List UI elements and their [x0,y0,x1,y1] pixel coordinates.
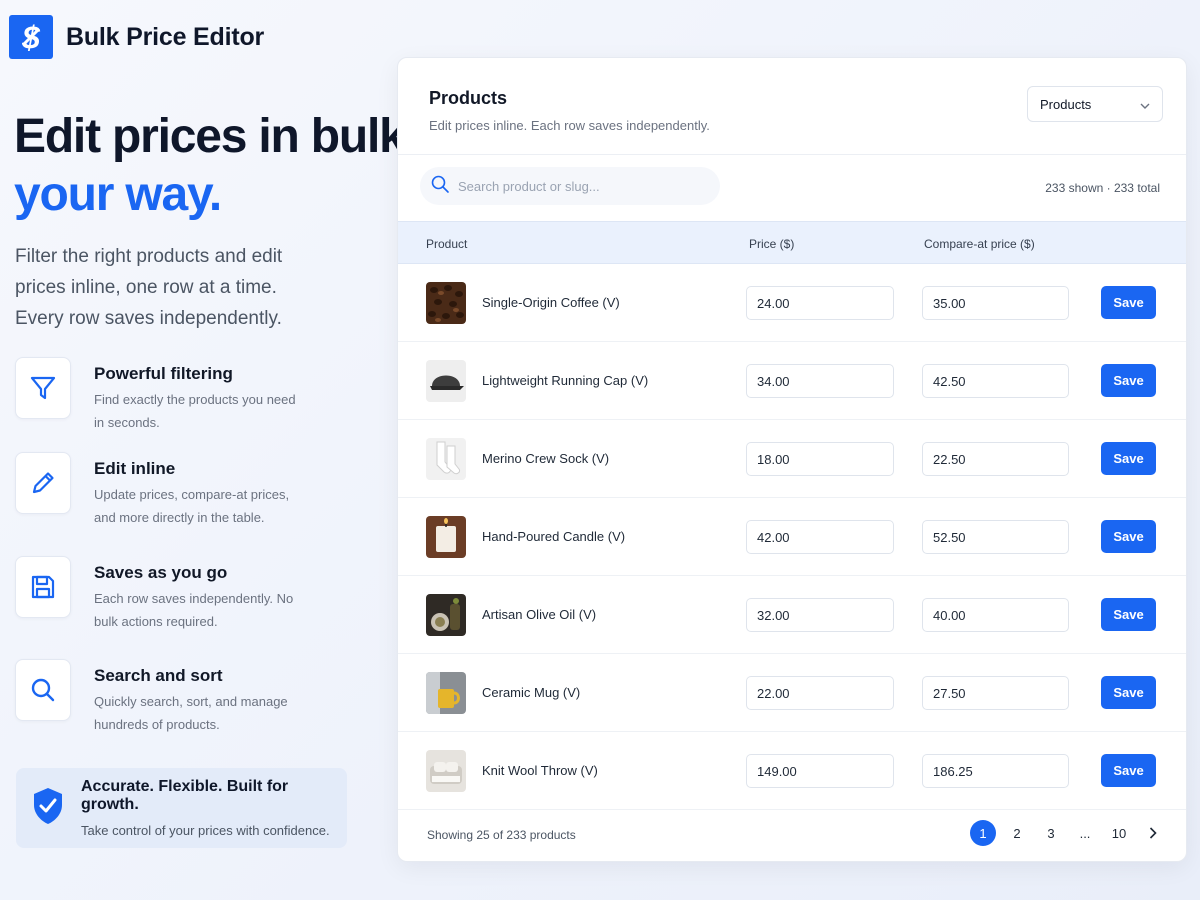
panel-title: Products [429,88,508,108]
filter-icon [15,357,71,419]
compare-at-price-input[interactable] [922,364,1069,398]
product-name: Single-Origin Coffee (V) [482,295,620,310]
feature-description: Each row saves independently. No bulk ac… [94,591,294,629]
price-input[interactable] [746,286,894,320]
price-input[interactable] [746,520,894,554]
compare-at-price-input[interactable] [922,286,1069,320]
product-thumbnail [426,516,466,558]
compare-at-price-input[interactable] [922,598,1069,632]
search-box[interactable] [420,167,720,205]
save-button[interactable]: Save [1101,598,1156,631]
product-name: Artisan Olive Oil (V) [482,607,597,622]
column-header-compare[interactable]: Compare-at price ($) [924,237,1035,251]
table-body: Single-Origin Coffee (V)SaveLightweight … [398,264,1186,810]
feature-description: Update prices, compare-at prices, and mo… [94,487,290,525]
save-button[interactable]: Save [1101,364,1156,397]
search-input[interactable] [458,178,698,194]
pagination: 1 2 3... 10 [970,820,1174,846]
compare-at-price-input[interactable] [922,520,1069,554]
compare-at-price-input[interactable] [922,754,1069,788]
table-footer: Showing 25 of 233 products 1 2 3... 10 [398,806,1186,861]
product-thumbnail [426,282,466,324]
page-button[interactable]: 1 [970,820,996,846]
search-icon [15,659,71,721]
pagination-info: Showing 25 of 233 products [427,828,576,842]
compare-at-price-input[interactable] [922,442,1069,476]
select-value: Products [1040,96,1092,112]
feature-filtering: Powerful filtering Find exactly the prod… [15,357,355,434]
table-row: Hand-Poured Candle (V) Save [398,498,1186,576]
pencil-icon [15,452,71,514]
app-title: Bulk Price Editor [66,22,265,51]
product-name: Ceramic Mug (V) [482,685,581,700]
product-name: Lightweight Running Cap (V) [482,373,649,388]
brand: $ Bulk Price Editor [9,15,264,59]
chevron-down-icon [1140,97,1150,112]
hero-headline-accent: your way. [14,168,222,221]
feature-description: Quickly search, sort, and manage hundred… [94,694,288,732]
pagination-ellipsis: ... [1079,825,1091,841]
page-button[interactable]: 3 [1038,820,1064,846]
page-button[interactable]: 10 [1106,820,1132,846]
product-thumbnail [426,360,466,402]
product-name: Knit Wool Throw (V) [482,763,598,778]
feature-title: Saves as you go [94,563,228,582]
feature-title: Edit inline [94,459,176,478]
toolbar: 233 shown · 233 total [398,155,1186,221]
product-thumbnail [426,594,466,636]
entity-select[interactable]: Products [1027,86,1163,122]
save-button[interactable]: Save [1101,520,1156,553]
banner-subtitle: Take control of your prices with confide… [81,823,330,838]
price-input[interactable] [746,598,894,632]
save-button[interactable]: Save [1101,286,1156,319]
save-button[interactable]: Save [1101,676,1156,709]
hero-headline: Edit prices in bulk, [14,110,418,163]
table-row: Artisan Olive Oil (V) Save [398,576,1186,654]
products-panel: Products Edit prices inline. Each row sa… [397,57,1187,862]
product-thumbnail [426,438,466,480]
feature-search-sort: Search and sort Quickly search, sort, an… [15,659,355,736]
column-header-price[interactable]: Price ($) [749,237,794,251]
save-button[interactable]: Save [1101,754,1156,787]
price-input[interactable] [746,442,894,476]
feature-title: Search and sort [94,666,223,685]
table-row: Ceramic Mug (V) Save [398,654,1186,732]
search-icon [430,174,450,199]
column-header-product[interactable]: Product [426,237,467,251]
promo-banner: Accurate. Flexible. Built for growth. Ta… [16,768,347,848]
shield-check-icon [31,786,65,831]
product-thumbnail [426,672,466,714]
table-header: Product Price ($) Compare-at price ($) [398,221,1186,264]
feature-description: Find exactly the products you need in se… [94,392,296,430]
page-button[interactable]: 2 [1004,820,1030,846]
banner-title: Accurate. Flexible. Built for growth. [81,778,289,813]
price-input[interactable] [746,754,894,788]
price-input[interactable] [746,676,894,710]
table-row: Lightweight Running Cap (V) Save [398,342,1186,420]
dollar-logo-icon: $ [9,15,53,59]
compare-at-price-input[interactable] [922,676,1069,710]
chevron-right-icon[interactable] [1140,820,1166,846]
hero-description: Filter the right products and edit price… [15,246,283,329]
result-count: 233 shown · 233 total [1045,181,1160,195]
feature-saves: Saves as you go Each row saves independe… [15,556,355,633]
save-icon [15,556,71,618]
product-name: Merino Crew Sock (V) [482,451,610,466]
product-name: Hand-Poured Candle (V) [482,529,626,544]
panel-subtitle: Edit prices inline. Each row saves indep… [429,118,710,133]
panel-header: Products Edit prices inline. Each row sa… [398,58,1186,155]
feature-title: Powerful filtering [94,364,233,383]
save-button[interactable]: Save [1101,442,1156,475]
table-row: Knit Wool Throw (V) Save [398,732,1186,810]
product-thumbnail [426,750,466,792]
table-row: Merino Crew Sock (V) Save [398,420,1186,498]
price-input[interactable] [746,364,894,398]
feature-edit-inline: Edit inline Update prices, compare-at pr… [15,452,355,529]
hero: Edit prices in bulk, your way. [14,108,418,224]
table-row: Single-Origin Coffee (V) Save [398,264,1186,342]
